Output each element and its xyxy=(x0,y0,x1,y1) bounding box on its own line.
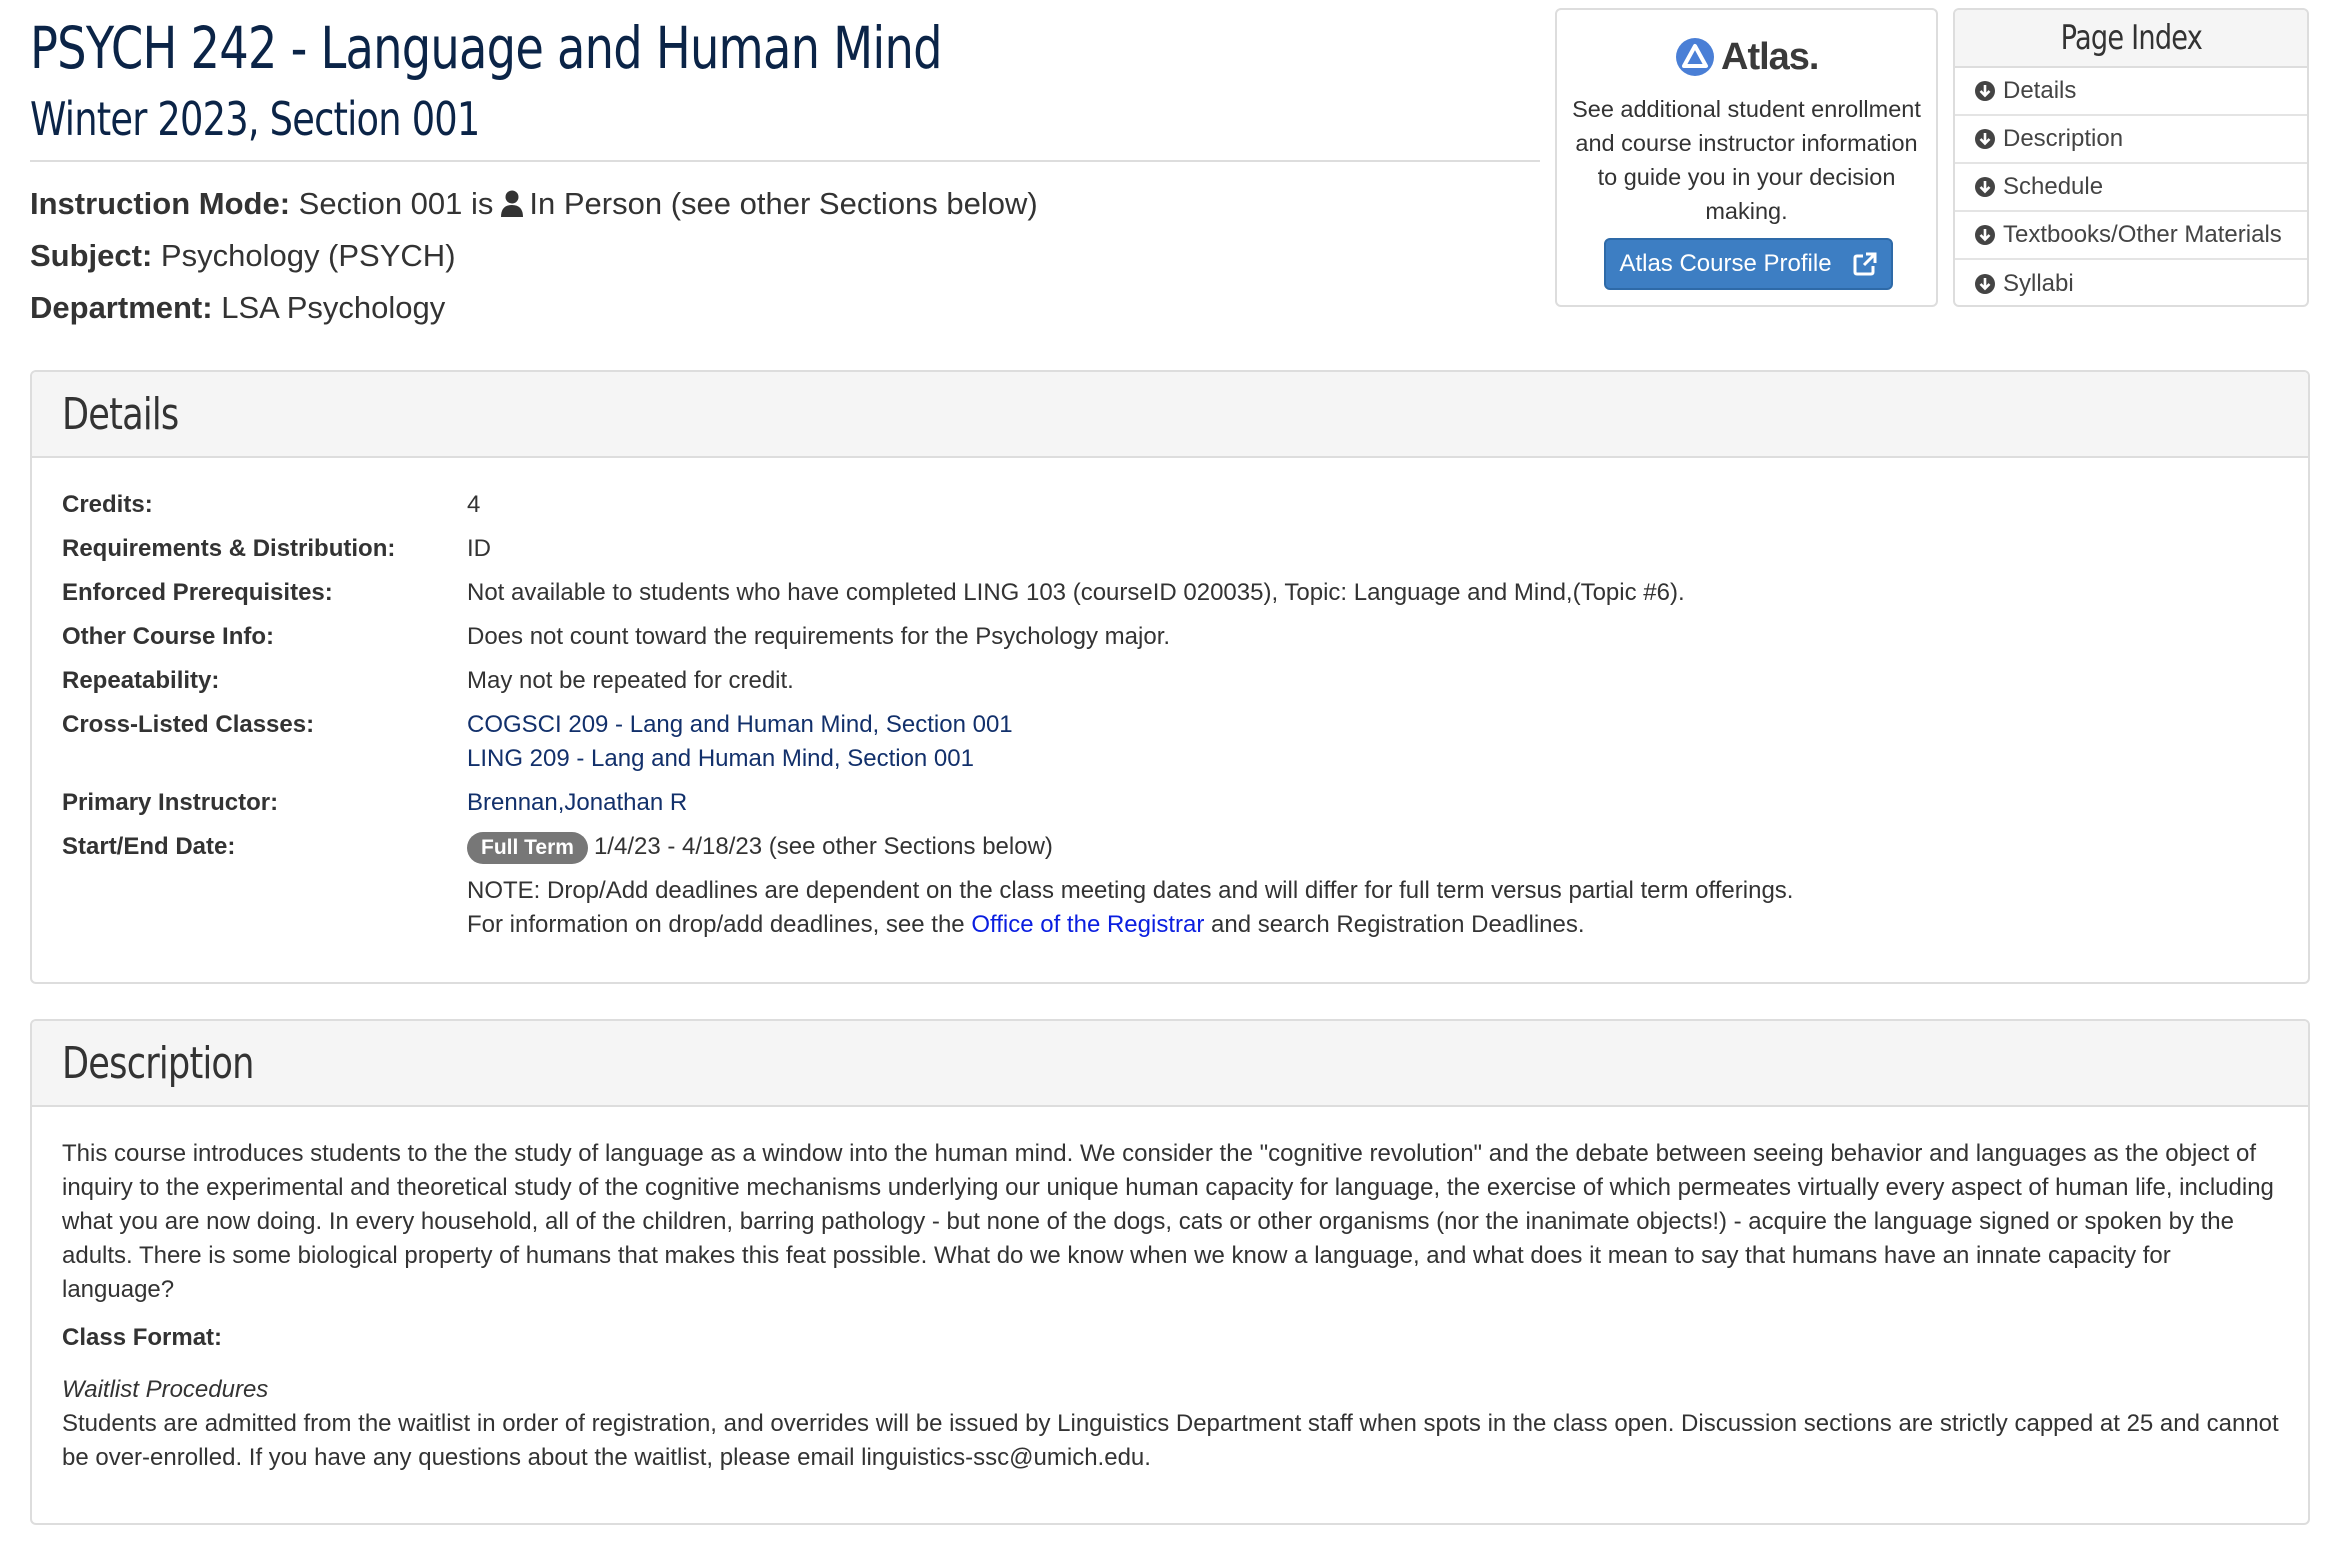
start-end-date-label: Start/End Date: xyxy=(62,833,236,860)
atlas-description: See additional student enrollment and co… xyxy=(1572,96,1921,224)
repeatability-label: Repeatability: xyxy=(62,667,220,694)
arrow-circle-down-icon xyxy=(1975,274,1995,294)
registrar-link[interactable]: Office of the Registrar xyxy=(971,911,1204,938)
arrow-circle-down-icon xyxy=(1975,129,1995,149)
cross-listed-values: COGSCI 209 - Lang and Human Mind, Sectio… xyxy=(467,708,1013,776)
atlas-logo: Atlas. xyxy=(1675,34,1819,80)
atlas-promo-box: Atlas. See additional student enrollment… xyxy=(1555,8,1938,307)
cross-listed-link-cogsci[interactable]: COGSCI 209 - Lang and Human Mind, Sectio… xyxy=(467,711,1013,738)
arrow-circle-down-icon xyxy=(1975,225,1995,245)
course-description: This course introduces students to the t… xyxy=(62,1140,2274,1303)
atlas-course-profile-button[interactable]: Atlas Course Profile xyxy=(1604,238,1893,290)
cross-listed-link-ling[interactable]: LING 209 - Lang and Human Mind, Section … xyxy=(467,745,974,772)
instructor-label: Primary Instructor: xyxy=(62,789,279,816)
atlas-logo-text: Atlas. xyxy=(1721,35,1819,78)
page-index-item-description[interactable]: Description xyxy=(1955,116,2307,164)
prerequisites-value: Not available to students who have compl… xyxy=(467,579,1685,606)
external-link-icon xyxy=(1853,252,1877,276)
description-heading: Description xyxy=(62,1037,254,1089)
credits-value: 4 xyxy=(467,491,481,518)
page-index-item-textbooks[interactable]: Textbooks/Other Materials xyxy=(1955,212,2307,260)
details-panel: Details Credits: 4 Requirements & Distri… xyxy=(30,370,2310,984)
atlas-logo-icon xyxy=(1676,38,1714,76)
repeatability-value: May not be repeated for credit. xyxy=(467,667,794,694)
full-term-badge: Full Term xyxy=(467,832,588,864)
instruction-mode-value: Section 001 is xyxy=(298,186,494,221)
instruction-mode: Instruction Mode: Section 001 is In Perso… xyxy=(30,186,1038,225)
subject: Subject: Psychology (PSYCH) xyxy=(30,238,456,274)
drop-add-info-prefix: For information on drop/add deadlines, s… xyxy=(467,911,965,938)
waitlist-procedures: Students are admitted from the waitlist … xyxy=(62,1410,2279,1471)
details-panel-header: Details xyxy=(32,372,2308,458)
arrow-circle-down-icon xyxy=(1975,81,1995,101)
date-range: 1/4/23 - 4/18/23 (see other Sections bel… xyxy=(593,833,1053,860)
description-panel-header: Description xyxy=(32,1021,2308,1107)
department-value: LSA Psychology xyxy=(221,290,446,325)
subject-value: Psychology (PSYCH) xyxy=(160,238,456,273)
instruction-mode-detail: In Person (see other Sections below) xyxy=(529,186,1038,221)
instructor-value: Brennan,Jonathan R xyxy=(467,786,687,820)
atlas-button-label: Atlas Course Profile xyxy=(1619,250,1832,277)
instruction-mode-label: Instruction Mode: xyxy=(30,186,291,221)
department-label: Department: xyxy=(30,290,213,325)
page-index: Page Index Details Description Schedule … xyxy=(1953,8,2309,307)
subject-label: Subject: xyxy=(30,238,153,273)
requirements-label: Requirements & Distribution: xyxy=(62,535,396,562)
class-format-label: Class Format: xyxy=(62,1324,223,1351)
prerequisites-label: Enforced Prerequisites: xyxy=(62,579,333,606)
cross-listed-label: Cross-Listed Classes: xyxy=(62,711,315,738)
department: Department: LSA Psychology xyxy=(30,290,445,326)
details-heading: Details xyxy=(62,388,179,440)
drop-add-info-suffix: and search Registration Deadlines. xyxy=(1211,911,1585,938)
page-index-item-schedule[interactable]: Schedule xyxy=(1955,164,2307,212)
other-course-info-value: Does not count toward the requirements f… xyxy=(467,623,1171,650)
page-index-item-details[interactable]: Details xyxy=(1955,68,2307,116)
page-subtitle: Winter 2023, Section 001 xyxy=(30,92,480,146)
instructor-link[interactable]: Brennan,Jonathan R xyxy=(467,789,687,816)
arrow-circle-down-icon xyxy=(1975,177,1995,197)
requirements-value: ID xyxy=(467,535,491,562)
waitlist-heading: Waitlist Procedures xyxy=(62,1376,269,1403)
start-end-date-values: Full Term 1/4/23 - 4/18/23 (see other Sec… xyxy=(467,830,1793,942)
drop-add-note: NOTE: Drop/Add deadlines are dependent o… xyxy=(467,877,1794,904)
description-panel: Description This course introduces stude… xyxy=(30,1019,2310,1525)
page-index-item-syllabi[interactable]: Syllabi xyxy=(1955,260,2307,305)
course-page: PSYCH 242 - Language and Human Mind Wint… xyxy=(0,0,2338,1552)
other-course-info-label: Other Course Info: xyxy=(62,623,275,650)
header-divider xyxy=(30,160,1540,162)
page-index-title: Page Index xyxy=(1955,10,2307,68)
credits-label: Credits: xyxy=(62,491,153,518)
page-title: PSYCH 242 - Language and Human Mind xyxy=(30,14,943,82)
person-icon xyxy=(501,189,524,225)
